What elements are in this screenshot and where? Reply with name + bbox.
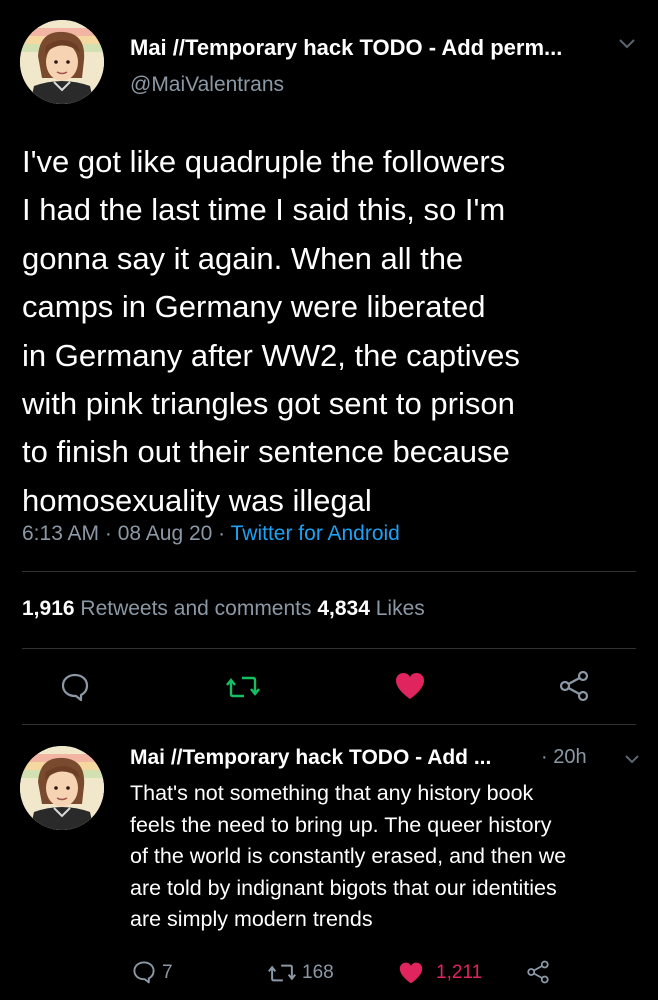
like-count: 1,211 xyxy=(436,962,483,983)
retweets-label: Retweets and comments xyxy=(74,597,318,620)
tweet-metadata: 6:13 AM · 08 Aug 20 · Twitter for Androi… xyxy=(22,522,400,546)
divider xyxy=(22,648,636,649)
likes-link[interactable]: 4,834 Likes xyxy=(317,597,424,620)
reply-text-line: are told by indignant bigots that our id… xyxy=(130,875,557,900)
tweet-text: I've got like quadruple the followers I … xyxy=(22,138,642,525)
tweet-text-line: I had the last time I said this, so I'm xyxy=(22,192,506,228)
heart-icon[interactable] xyxy=(398,961,424,985)
retweet-icon[interactable] xyxy=(226,674,260,700)
divider xyxy=(22,724,636,725)
reply-text-line: are simply modern trends xyxy=(130,907,373,932)
reply-text-line: That's not something that any history bo… xyxy=(130,781,534,805)
retweets-link[interactable]: 1,916 Retweets and comments xyxy=(22,597,317,620)
tweet-time[interactable]: 6:13 AM xyxy=(22,522,99,545)
tweet-source[interactable]: Twitter for Android xyxy=(231,522,400,545)
tweet-text-line: camps in Germany were liberated xyxy=(22,289,486,325)
heart-icon[interactable] xyxy=(394,671,426,701)
retweets-count: 1,916 xyxy=(22,597,75,620)
tweet-text-line: I've got like quadruple the followers xyxy=(22,144,506,179)
tweet-text-line: homosexuality was illegal xyxy=(22,482,372,518)
tweet-date[interactable]: 08 Aug 20 xyxy=(118,522,213,545)
reply-text-line: of the world is constantly erased, and t… xyxy=(130,844,567,869)
retweet-icon[interactable] xyxy=(268,962,296,984)
speech-bubble-icon[interactable] xyxy=(132,960,156,984)
reply-author-avatar[interactable] xyxy=(20,746,104,830)
tweet-text-line: gonna say it again. When all the xyxy=(22,240,464,276)
reply-text: That's not something that any history bo… xyxy=(130,778,645,936)
author-handle[interactable]: @MaiValentrans xyxy=(130,73,284,97)
separator: · xyxy=(99,522,118,545)
avatar-illustration xyxy=(20,20,104,104)
chevron-down-icon[interactable] xyxy=(618,38,636,50)
author-name[interactable]: Mai //Temporary hack TODO - Add perm... xyxy=(130,35,562,61)
likes-label: Likes xyxy=(369,597,425,620)
engagement-stats: 1,916 Retweets and comments 4,834 Likes xyxy=(22,597,425,621)
likes-count: 4,834 xyxy=(317,597,370,620)
share-icon[interactable] xyxy=(526,960,550,984)
tweet-text-line: to finish out their sentence because xyxy=(22,434,510,470)
chevron-down-icon[interactable] xyxy=(624,754,640,765)
avatar-illustration xyxy=(20,746,104,830)
reply-author-name[interactable]: Mai //Temporary hack TODO - Add ... xyxy=(130,746,491,770)
reply-count: 7 xyxy=(162,962,173,983)
separator: · xyxy=(212,522,231,545)
retweet-count: 168 xyxy=(302,962,334,983)
reply-time[interactable]: · 20h xyxy=(541,746,587,769)
divider xyxy=(22,571,636,572)
tweet-text-line: with pink triangles got sent to prison xyxy=(22,386,515,422)
share-icon[interactable] xyxy=(558,670,590,702)
tweet-text-line: in Germany after WW2, the captives xyxy=(22,337,520,373)
reply-text-line: feels the need to bring up. The queer hi… xyxy=(130,812,552,837)
author-avatar[interactable] xyxy=(20,20,104,104)
speech-bubble-icon[interactable] xyxy=(60,672,90,702)
